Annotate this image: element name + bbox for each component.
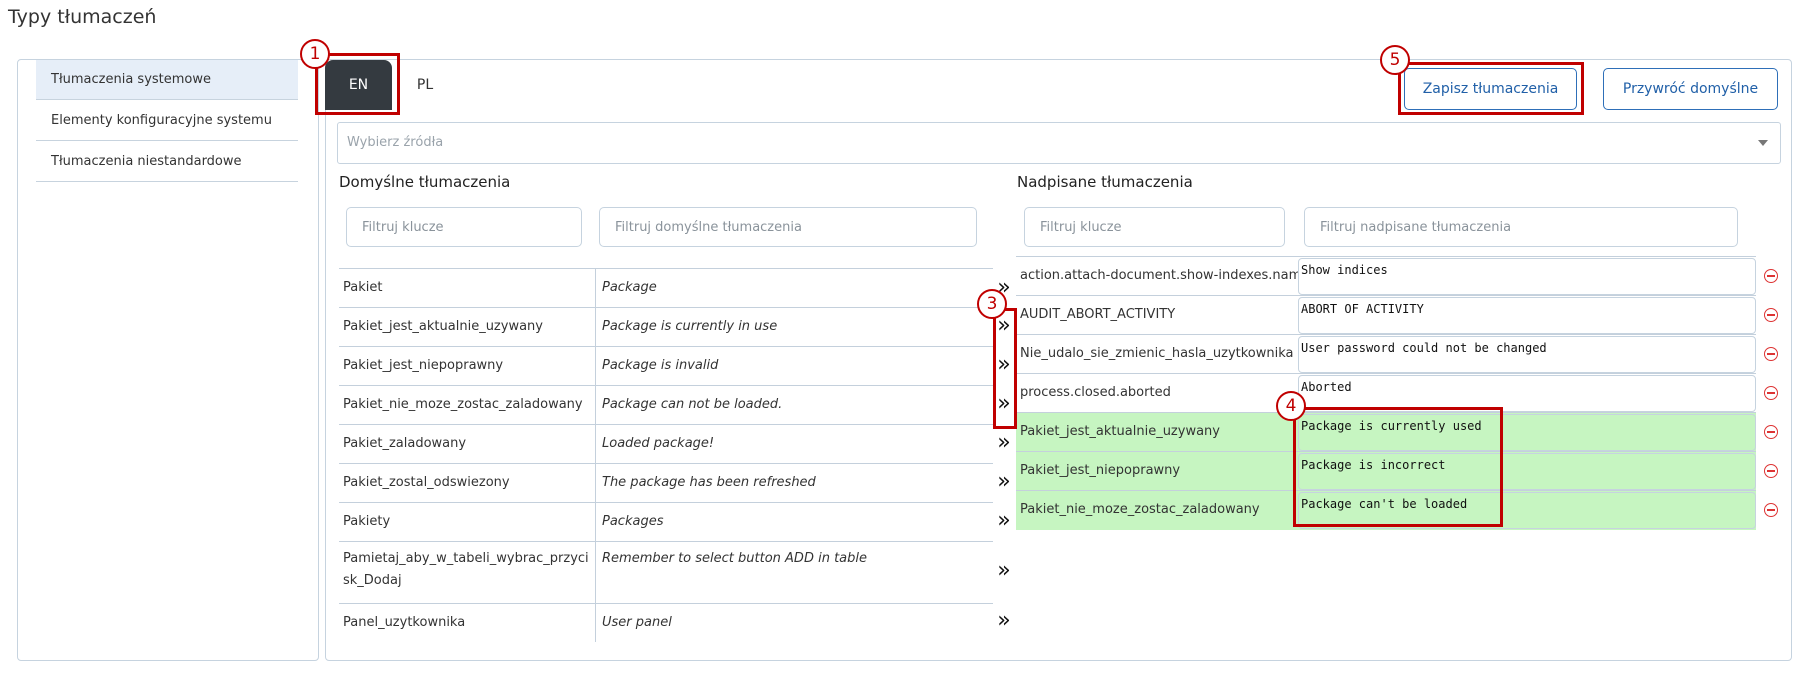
row-value: User panel (595, 604, 985, 642)
table-row: Pakiet_zaladowany Loaded package! (339, 424, 993, 463)
table-row: Panel_uzytkownika User panel (339, 603, 993, 642)
sidebar-item-system-config-elements[interactable]: Elementy konfiguracyjne systemu (36, 101, 298, 141)
table-row: Pakiet Package (339, 268, 993, 307)
row-key: Pakiet_zostal_odswiezony (343, 475, 510, 490)
remove-circle-icon[interactable] (1764, 386, 1778, 400)
page-title: Typy tłumaczeń (8, 6, 157, 28)
move-right-icon[interactable]: » (995, 560, 1013, 582)
default-translations-title: Domyślne tłumaczenia (339, 173, 511, 191)
row-key: AUDIT_ABORT_ACTIVITY (1020, 307, 1176, 322)
table-row: Pakiet_jest_aktualnie_uzywany Package is… (339, 307, 993, 346)
sidebar-item-custom-translations[interactable]: Tłumaczenia niestandardowe (36, 142, 298, 182)
row-value: Package (595, 269, 985, 307)
move-right-icon[interactable]: » (995, 510, 1013, 532)
row-value: Package can not be loaded. (595, 386, 985, 424)
override-value-input[interactable]: Show indices (1298, 258, 1756, 295)
row-value: Package is invalid (595, 347, 985, 385)
row-key: Pakiet_jest_aktualnie_uzywany (343, 319, 543, 334)
tab-pl[interactable]: PL (405, 60, 445, 110)
remove-circle-icon[interactable] (1764, 308, 1778, 322)
annotation-highlight-save (1398, 62, 1584, 115)
remove-circle-icon[interactable] (1764, 464, 1778, 478)
annotation-callout: 3 (977, 289, 1007, 319)
remove-circle-icon[interactable] (1764, 503, 1778, 517)
override-row: Nie_udalo_sie_zmienic_hasla_uzytkownika … (1016, 334, 1756, 374)
table-row: Pakiet_zostal_odswiezony The package has… (339, 463, 993, 502)
row-key: Pakiety (343, 514, 391, 529)
move-right-icon[interactable]: » (995, 610, 1013, 632)
row-key: Pakiet (343, 280, 383, 295)
override-row: AUDIT_ABORT_ACTIVITY ABORT OF ACTIVITY (1016, 295, 1756, 335)
table-row: Pakiety Packages (339, 502, 993, 541)
row-value: Remember to select button ADD in table (595, 542, 985, 603)
remove-circle-icon[interactable] (1764, 347, 1778, 361)
row-key: Pakiet_jest_niepoprawny (1020, 463, 1181, 478)
annotation-callout: 1 (300, 39, 330, 69)
default-translations-table: Pakiet Package Pakiet_jest_aktualnie_uzy… (339, 254, 993, 650)
annotation-highlight-tab (315, 53, 400, 115)
override-key-filter-input[interactable] (1024, 207, 1285, 247)
row-key: Pakiet_nie_moze_zostac_zaladowany (1020, 502, 1260, 517)
row-key: Pakiet_nie_moze_zostac_zaladowany (343, 397, 583, 412)
row-key: Pamietaj_aby_w_tabeli_wybrac_przycisk_Do… (343, 551, 589, 588)
override-value-input[interactable]: ABORT OF ACTIVITY (1298, 297, 1756, 334)
row-key: Pakiet_jest_niepoprawny (343, 358, 504, 373)
annotation-callout: 5 (1380, 45, 1410, 75)
remove-circle-icon[interactable] (1764, 425, 1778, 439)
source-select[interactable]: Wybierz źródła (337, 122, 1781, 164)
row-value: Loaded package! (595, 425, 985, 463)
restore-defaults-button[interactable]: Przywróć domyślne (1603, 68, 1778, 110)
annotation-highlight-new-rows (1293, 407, 1503, 527)
chevron-down-icon[interactable] (1758, 140, 1768, 146)
remove-circle-icon[interactable] (1764, 269, 1778, 283)
row-value: Package is currently in use (595, 308, 985, 346)
table-row: Pakiet_nie_moze_zostac_zaladowany Packag… (339, 385, 993, 424)
default-key-filter-input[interactable] (346, 207, 582, 247)
row-key: action.attach-document.show-indexes.name (1020, 268, 1310, 283)
annotation-callout: 4 (1276, 391, 1306, 421)
row-key: process.closed.aborted (1020, 385, 1171, 400)
table-row: Pakiet_jest_niepoprawny Package is inval… (339, 346, 993, 385)
move-right-icon[interactable]: » (995, 432, 1013, 454)
row-key: Panel_uzytkownika (343, 615, 466, 630)
override-row: action.attach-document.show-indexes.name… (1016, 256, 1756, 296)
override-value-input[interactable]: User password could not be changed (1298, 336, 1756, 373)
row-value: Packages (595, 503, 985, 541)
annotation-highlight-arrows (993, 308, 1017, 429)
move-right-icon[interactable]: » (995, 471, 1013, 493)
overridden-translations-title: Nadpisane tłumaczenia (1017, 173, 1193, 191)
source-select-placeholder: Wybierz źródła (347, 135, 444, 150)
default-value-filter-input[interactable] (599, 207, 977, 247)
sidebar: Tłumaczenia systemowe Elementy konfigura… (17, 59, 319, 661)
row-key: Pakiet_jest_aktualnie_uzywany (1020, 424, 1220, 439)
override-value-filter-input[interactable] (1304, 207, 1738, 247)
row-key: Nie_udalo_sie_zmienic_hasla_uzytkownika (1020, 346, 1294, 361)
row-key: Pakiet_zaladowany (343, 436, 467, 451)
sidebar-item-system-translations[interactable]: Tłumaczenia systemowe (36, 60, 298, 100)
row-value: The package has been refreshed (595, 464, 985, 502)
table-row: Pamietaj_aby_w_tabeli_wybrac_przycisk_Do… (339, 541, 993, 603)
